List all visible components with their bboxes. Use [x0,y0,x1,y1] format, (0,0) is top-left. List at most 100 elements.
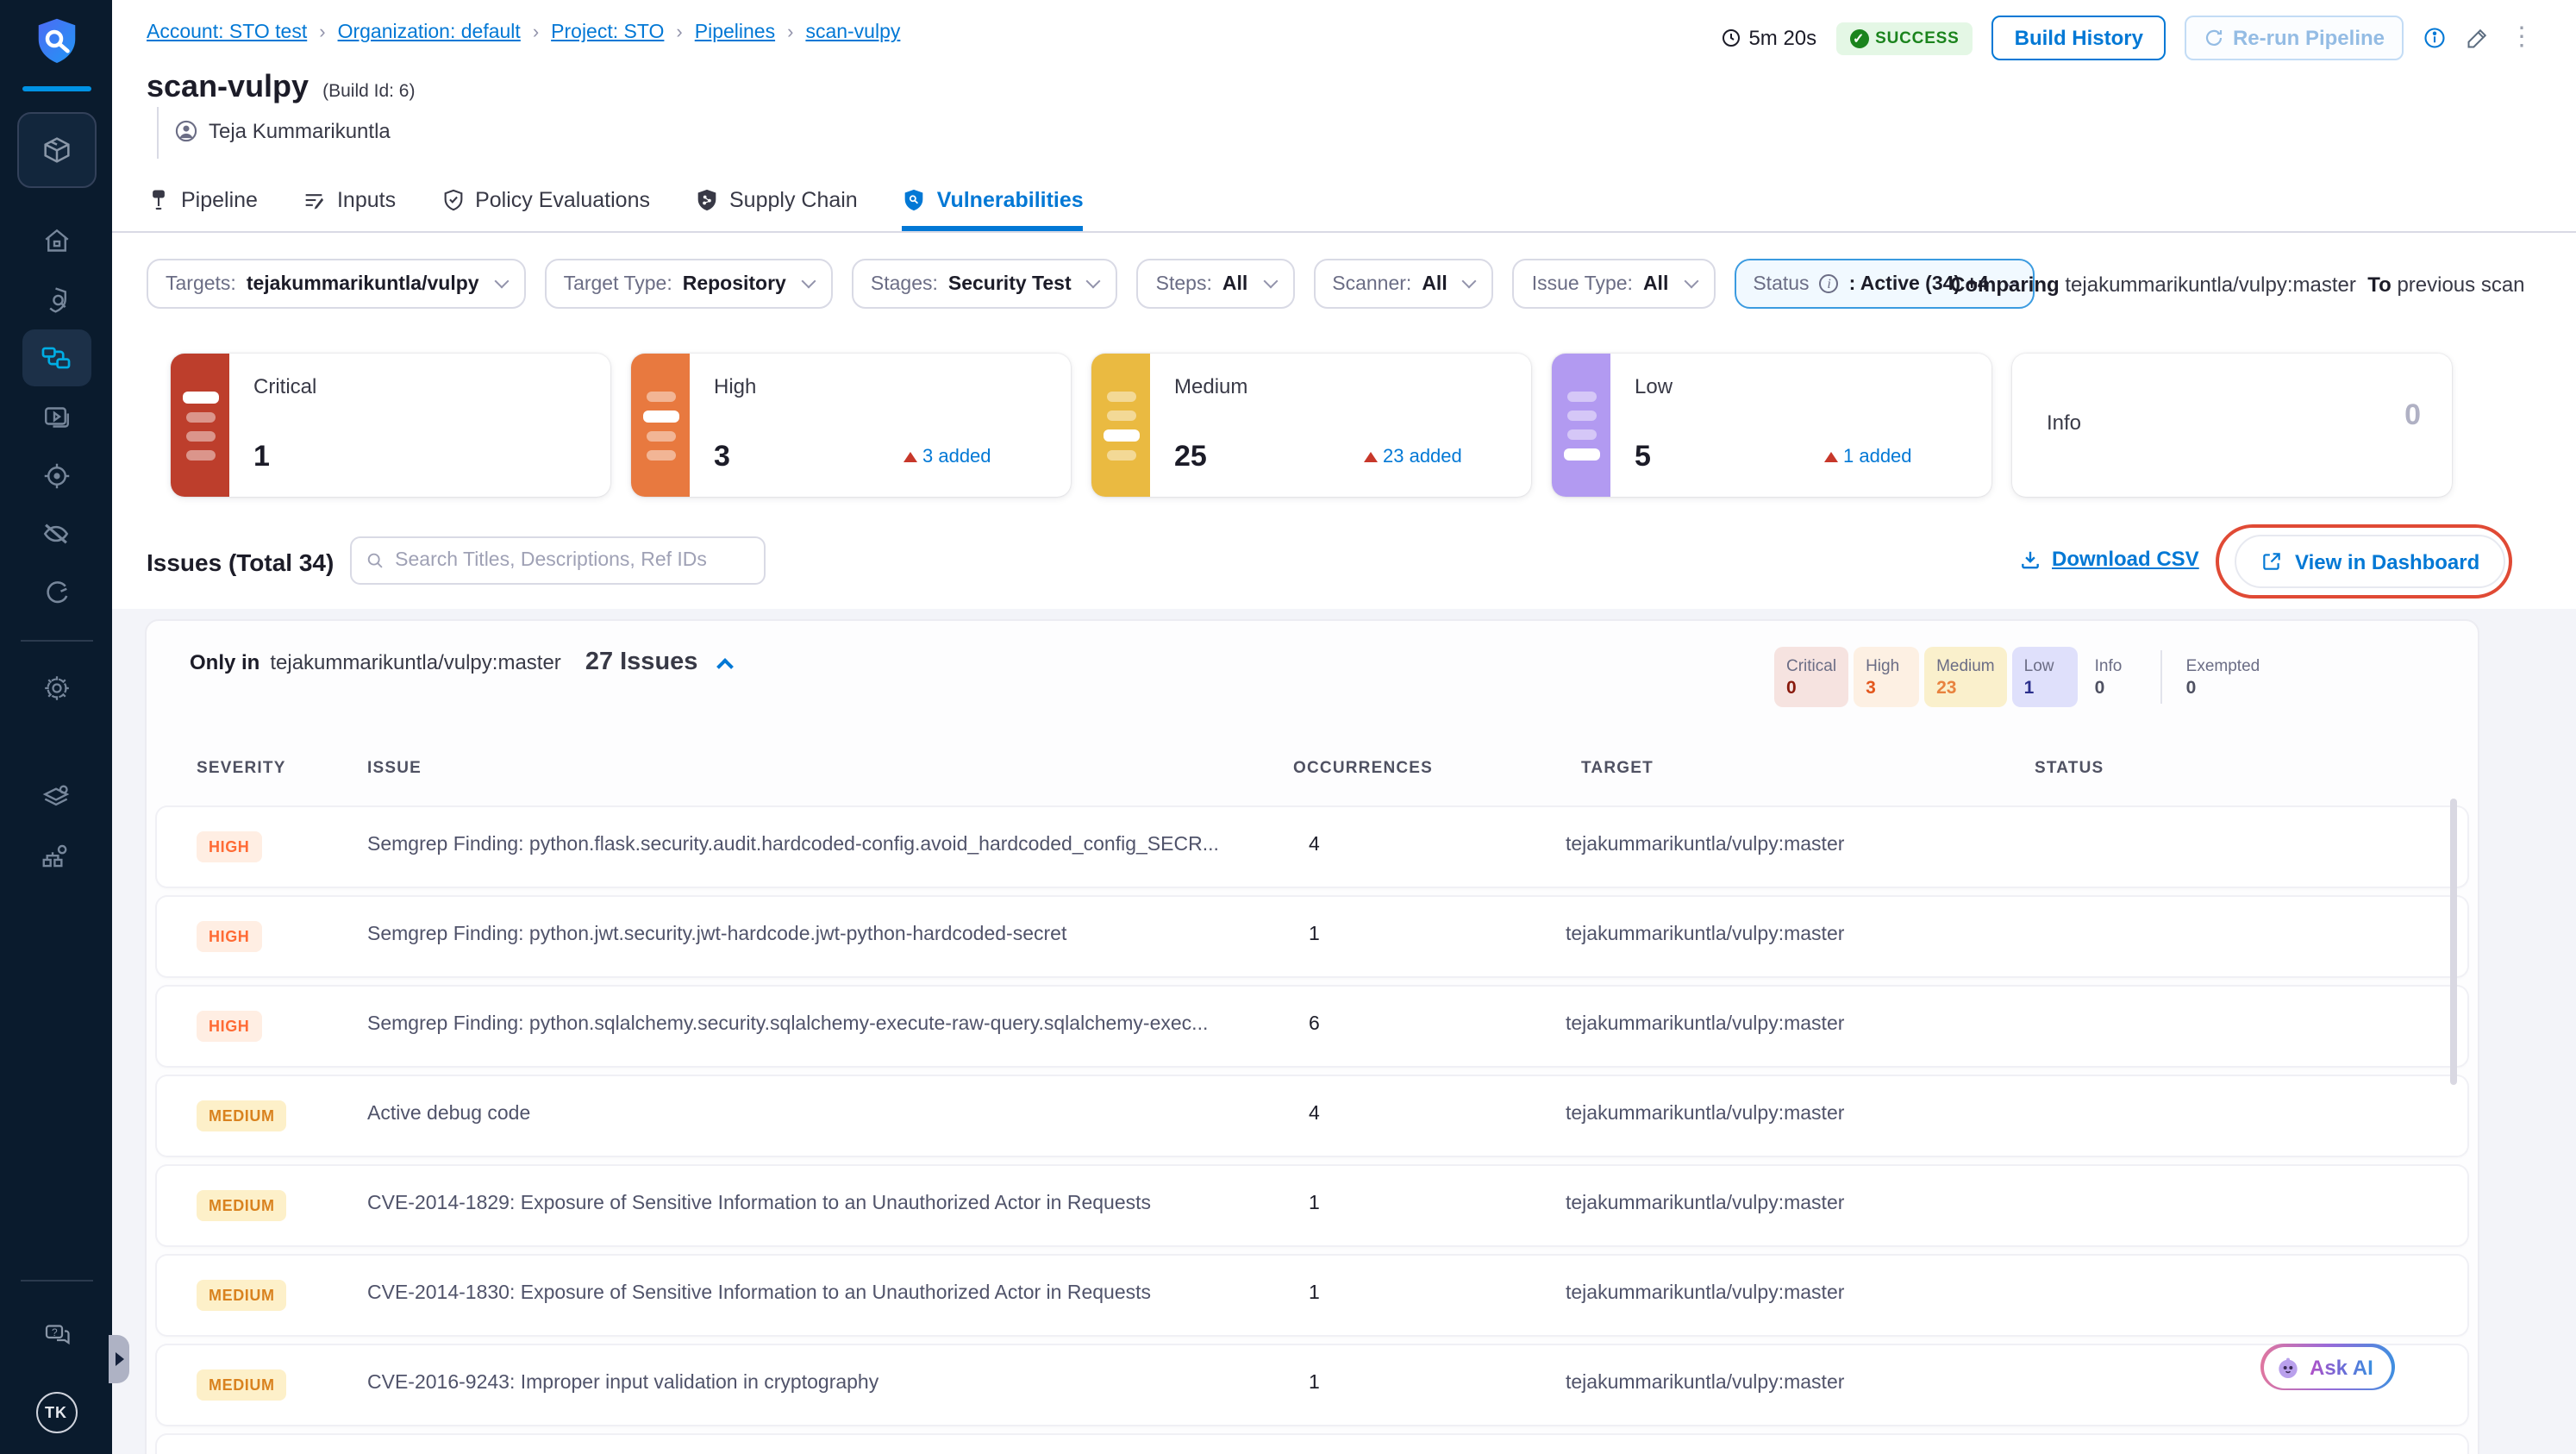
view-in-dashboard-button[interactable]: View in Dashboard [2235,535,2506,588]
table-row[interactable]: MEDIUM CVE-2016-9243: Improper input val… [157,1345,2467,1425]
harness-sto-logo-icon [30,14,82,78]
breadcrumb-organization[interactable]: Organization: default [338,22,521,43]
sidebar-item-targets[interactable] [22,447,91,504]
check-icon: ✓ [1849,28,1869,47]
refresh-icon [2205,29,2223,46]
build-id: (Build Id: 6) [322,81,416,102]
status-badge: ✓ SUCCESS [1835,22,1973,54]
filter-issue-type[interactable]: Issue Type: All [1512,259,1716,309]
chip-low[interactable]: Low 1 [2011,647,2078,707]
filter-stages[interactable]: Stages: Security Test [851,259,1118,309]
tab-inputs[interactable]: Inputs [303,172,396,231]
build-history-button[interactable]: Build History [1991,16,2166,60]
user-icon [175,120,197,142]
module-selector-button[interactable] [16,112,96,188]
user-avatar[interactable]: TK [35,1392,77,1433]
table-row[interactable]: HIGH Semgrep Finding: python.flask.secur… [157,807,2467,887]
module-cube-icon [43,137,69,163]
breadcrumb-current[interactable]: scan-vulpy [805,22,900,43]
table-row[interactable]: MEDIUM CVE-2014-1830: Exposure of Sensit… [157,1256,2467,1335]
sidebar-item-executions[interactable] [22,388,91,445]
issue-title: Semgrep Finding: python.flask.security.a… [367,835,1219,855]
rerun-pipeline-button[interactable]: Re-run Pipeline [2184,16,2404,60]
table-scrollbar-thumb[interactable] [2450,799,2457,1085]
info-icon: i [1819,274,1839,293]
severity-badge: MEDIUM [197,1369,287,1401]
logo-underline [22,86,91,91]
severity-card-info[interactable]: Info 0 [2012,354,2452,497]
header-actions: 5m 20s ✓ SUCCESS Build History Re-run Pi… [1721,16,2535,60]
inputs-icon [306,193,325,209]
breadcrumb-separator: › [532,22,540,43]
issue-title: CVE-2014-1829: Exposure of Sensitive Inf… [367,1194,1152,1214]
filter-steps[interactable]: Steps: All [1136,259,1295,309]
sidebar-item-project-settings[interactable] [22,659,91,716]
table-row[interactable]: MEDIUM CVE-2014-1829: Exposure of Sensit… [157,1166,2467,1245]
tab-pipeline[interactable]: Pipeline [147,172,258,231]
table-row[interactable]: MEDIUM Active debug code 4 tejakummariku… [157,1076,2467,1156]
issues-search[interactable] [350,536,766,585]
severity-badge: HIGH [197,831,262,862]
breadcrumb-pipelines[interactable]: Pipelines [695,22,775,43]
chip-medium[interactable]: Medium 23 [1924,647,2007,707]
sidebar-item-security-review[interactable] [22,505,91,562]
high-bar-icon [631,354,690,497]
severity-card-low[interactable]: Low 5 1 added [1552,354,1991,497]
chip-exempted[interactable]: Exempted 0 [2174,647,2273,707]
pipelines-icon [41,347,71,369]
table-row[interactable]: HIGH Semgrep Finding: python.sqlalchemy.… [157,987,2467,1066]
chip-high[interactable]: High 3 [1854,647,1920,707]
filter-target-type[interactable]: Target Type: Repository [544,259,833,309]
sidebar-collapse-handle[interactable] [109,1335,129,1383]
build-duration: 5m 20s [1721,26,1816,50]
severity-card-critical[interactable]: Critical 1 [171,354,610,497]
pipeline-pin-icon [153,189,165,209]
severity-cards: Critical 1 High 3 3 added Medium 25 23 a… [171,354,2452,497]
tab-policy-evaluations[interactable]: Policy Evaluations [441,172,650,231]
download-icon [2022,550,2039,568]
medium-added-link[interactable]: 23 added [1364,447,1462,467]
table-row-partial[interactable]: MEDIUM [157,1435,2467,1454]
chip-critical[interactable]: Critical 0 [1774,647,1849,707]
severity-card-medium[interactable]: Medium 25 23 added [1091,354,1531,497]
filter-scanner[interactable]: Scanner: All [1313,259,1494,309]
sidebar-item-org-settings[interactable] [22,828,91,885]
group-header[interactable]: Only in tejakummarikuntla/vulpy:master 2… [190,649,734,676]
breadcrumb-account[interactable]: Account: STO test [147,22,307,43]
more-options-button[interactable]: ⋮ [2509,24,2535,50]
target: tejakummarikuntla/vulpy:master [1566,1283,1845,1304]
edit-pipeline-button[interactable] [2466,26,2490,50]
group-issue-count: 27 Issues [585,649,698,676]
severity-badge: HIGH [197,921,262,952]
triggered-by-user: Teja Kummarikuntla [174,119,391,143]
download-csv-link[interactable]: Download CSV [2019,547,2199,571]
breadcrumb-project[interactable]: Project: STO [551,22,664,43]
info-count: 0 [2404,398,2421,431]
sidebar-item-getting-started[interactable] [22,564,91,621]
ai-bot-icon [2278,1357,2297,1377]
info-icon [2424,28,2445,48]
low-added-link[interactable]: 1 added [1824,447,1912,467]
sidebar-item-pipelines[interactable] [22,329,91,386]
sidebar-item-default-settings[interactable] [22,769,91,826]
info-button[interactable] [2423,26,2447,50]
ask-ai-button[interactable]: Ask AI [2260,1344,2395,1390]
chip-info[interactable]: Info 0 [2083,647,2148,707]
chevron-up-icon[interactable] [716,658,734,675]
table-row[interactable]: HIGH Semgrep Finding: python.jwt.securit… [157,897,2467,976]
main-content: Account: STO test › Organization: default… [112,0,2576,1454]
sidebar-item-scans[interactable] [22,271,91,328]
search-input[interactable] [395,550,750,571]
tab-vulnerabilities[interactable]: Vulnerabilities [902,172,1084,231]
external-link-icon [2263,553,2280,570]
sidebar-item-home[interactable] [22,212,91,269]
high-added-link[interactable]: 3 added [903,447,991,467]
filter-targets[interactable]: Targets: tejakummarikuntla/vulpy [147,259,526,309]
issue-title: Semgrep Finding: python.jwt.security.jwt… [367,924,1067,945]
issue-title: CVE-2016-9243: Improper input validation… [367,1373,879,1394]
tab-supply-chain[interactable]: Supply Chain [695,172,858,231]
chip-divider [2160,650,2162,704]
help-chat-button[interactable]: ? [22,1306,91,1363]
severity-card-high[interactable]: High 3 3 added [631,354,1071,497]
chevron-down-icon [1262,273,1278,289]
